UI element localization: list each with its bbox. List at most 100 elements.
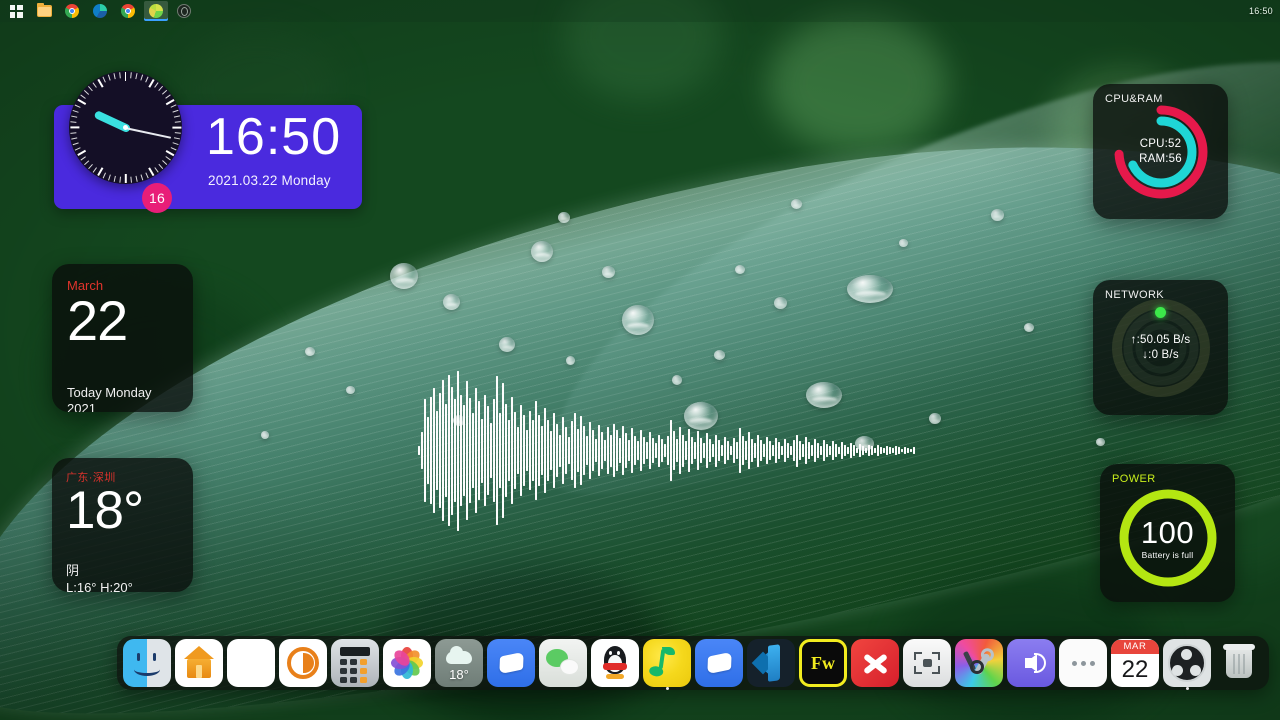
clock-hour-badge: 16 — [142, 183, 172, 213]
visualizer-bar — [532, 419, 534, 482]
dock-item-trash[interactable] — [1215, 639, 1263, 687]
visualizer-bar — [745, 440, 747, 461]
visualizer-bar — [655, 443, 657, 458]
chrome-icon — [121, 4, 135, 18]
visualizer-bar — [799, 440, 801, 461]
visualizer-bar — [535, 401, 537, 500]
dock-item-more[interactable] — [1059, 639, 1107, 687]
dock-item-qq[interactable] — [591, 639, 639, 687]
visualizer-bar — [688, 429, 690, 472]
visualizer-bar — [559, 434, 561, 467]
power-readout: 100 Battery is full — [1100, 474, 1235, 602]
dock-item-notes[interactable] — [487, 639, 535, 687]
visualizer-bar — [430, 397, 432, 504]
visualizer-bar — [823, 439, 825, 462]
visualizer-bar — [727, 440, 729, 461]
visualizer-bar — [448, 374, 450, 527]
visualizer-bar — [856, 447, 858, 454]
audio-spectrum-visualizer — [418, 368, 915, 533]
taskbar-item-chrome-canary[interactable] — [116, 1, 140, 21]
visualizer-bar — [766, 436, 768, 465]
visualizer-bar — [595, 438, 597, 463]
visualizer-bar — [658, 434, 660, 467]
visualizer-bar — [490, 422, 492, 479]
visualizer-bar — [604, 439, 606, 462]
visualizer-bar — [790, 446, 792, 455]
visualizer-bar — [901, 448, 903, 453]
dock-item-calendar[interactable]: MAR 22 — [1111, 639, 1159, 687]
folder-icon — [36, 2, 52, 17]
visualizer-bar — [874, 448, 876, 453]
taskbar-item-file-explorer[interactable] — [32, 1, 56, 21]
cpu-ram-widget[interactable]: CPU&RAM CPU:52 RAM:56 — [1093, 84, 1228, 219]
dock-item-launchpad[interactable] — [227, 639, 275, 687]
taskbar-item-app-circle[interactable] — [172, 1, 196, 21]
visualizer-bar — [457, 370, 459, 531]
dock-item-finder[interactable] — [123, 639, 171, 687]
dock-item-home[interactable] — [175, 639, 223, 687]
visualizer-bar — [442, 380, 444, 521]
dock-item-vscode[interactable] — [747, 639, 795, 687]
visualizer-bar — [865, 447, 867, 454]
visualizer-bar — [877, 445, 879, 456]
clock-widget[interactable]: 16:50 2021.03.22 Monday 16 — [54, 71, 362, 213]
visualizer-bar — [550, 431, 552, 470]
visualizer-bar — [850, 443, 852, 458]
visualizer-bar — [637, 440, 639, 461]
dock-item-editor[interactable] — [695, 639, 743, 687]
home-icon — [175, 639, 223, 687]
dock-item-calculator[interactable] — [331, 639, 379, 687]
visualizer-bar — [505, 403, 507, 498]
taskbar-item-edge[interactable] — [88, 1, 112, 21]
taskbar-item-chrome[interactable] — [60, 1, 84, 21]
dock-calendar-day: 22 — [1121, 656, 1149, 683]
calendar-widget[interactable]: March 22 Today Monday 2021 — [52, 264, 193, 412]
dock-item-tools[interactable] — [955, 639, 1003, 687]
start-button[interactable] — [4, 1, 28, 21]
visualizer-bar — [508, 419, 510, 482]
visualizer-bar — [640, 430, 642, 471]
dock-item-dark-mode[interactable] — [279, 639, 327, 687]
visualizer-bar — [562, 417, 564, 484]
dock-item-xmind[interactable] — [851, 639, 899, 687]
wechat-icon — [539, 639, 587, 687]
taskbar-item-browser-active[interactable] — [144, 1, 168, 21]
dock-item-photos[interactable] — [383, 639, 431, 687]
dock-item-qq-music[interactable] — [643, 639, 691, 690]
visualizer-bar — [826, 443, 828, 458]
dock-item-weather[interactable]: 18° — [435, 639, 483, 687]
visualizer-bar — [793, 439, 795, 462]
visualizer-bar — [907, 447, 909, 454]
visualizer-bar — [910, 448, 912, 453]
visualizer-bar — [652, 437, 654, 464]
dock-item-volume[interactable] — [1007, 639, 1055, 687]
visualizer-bar — [787, 443, 789, 458]
dock-item-screenshot[interactable] — [903, 639, 951, 687]
power-widget[interactable]: POWER 100 Battery is full — [1100, 464, 1235, 602]
visualizer-bar — [466, 381, 468, 520]
visualizer-bar — [847, 447, 849, 454]
network-download: ↓:0 B/s — [1142, 348, 1179, 361]
visualizer-bar — [586, 435, 588, 466]
weather-widget[interactable]: 广东·深圳 18° 阴 L:16° H:20° — [52, 458, 193, 592]
visualizer-bar — [427, 417, 429, 484]
visualizer-bar — [556, 423, 558, 478]
calendar-year: 2021 — [67, 401, 96, 412]
taskbar-clock[interactable]: 16:50 — [1249, 6, 1280, 16]
visualizer-bar — [814, 438, 816, 463]
visualizer-bar — [487, 405, 489, 496]
dock-item-wechat[interactable] — [539, 639, 587, 687]
visualizer-bar — [592, 430, 594, 471]
visualizer-bar — [583, 425, 585, 476]
visualizer-bar — [805, 436, 807, 465]
globe-icon — [149, 4, 163, 18]
dock-item-obs[interactable] — [1163, 639, 1211, 690]
fireworks-label: Fw — [811, 652, 835, 673]
ellipsis-icon — [1059, 639, 1107, 687]
visualizer-bar — [676, 438, 678, 463]
visualizer-bar — [781, 445, 783, 456]
visualizer-bar — [751, 438, 753, 463]
speaker-icon — [1007, 639, 1055, 687]
dock-item-fireworks[interactable]: Fw — [799, 639, 847, 687]
network-widget[interactable]: NETWORK ↑:50.05 B/s ↓:0 B/s — [1093, 280, 1228, 415]
